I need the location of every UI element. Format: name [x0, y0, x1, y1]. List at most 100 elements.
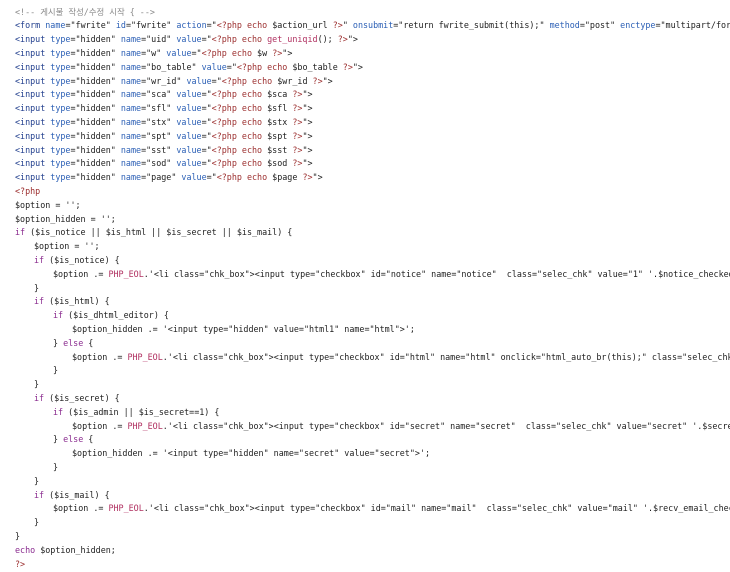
code-token: method [549, 20, 580, 31]
code-token: <input [15, 61, 51, 72]
code-token: <input [15, 34, 51, 45]
code-token: type [50, 89, 71, 100]
code-line: } [34, 475, 39, 489]
code-token: ="post" [579, 20, 621, 31]
code-token: <?php echo [211, 34, 263, 45]
code-line: <input type="hidden" name="sfl" value="<… [15, 102, 313, 116]
code-token: } [53, 461, 59, 472]
code-token: =" [206, 172, 217, 183]
code-token: name [120, 130, 142, 141]
code-token: { [83, 434, 94, 445]
code-token: <?php echo [236, 61, 288, 72]
code-token: if [15, 227, 26, 238]
code-token: PHP_EOL [108, 268, 144, 279]
code-token: "> [302, 130, 313, 141]
code-token: } [34, 282, 40, 293]
code-token: type [50, 47, 71, 58]
code-token: "> [302, 158, 313, 169]
code-token: value [176, 116, 202, 127]
code-token: } [53, 365, 59, 376]
code-token: <input [15, 130, 51, 141]
code-line: $option = ''; [15, 199, 81, 213]
code-token: type [50, 34, 71, 45]
code-token: $stx [262, 116, 293, 127]
code-token: name [120, 34, 142, 45]
code-token: =" [201, 34, 212, 45]
code-token: name [120, 116, 142, 127]
code-token: ="hidden" [70, 158, 121, 169]
code-token: if [34, 392, 45, 403]
code-token: onsubmit [352, 20, 394, 31]
code-token: <?php echo [211, 103, 263, 114]
code-token: $option = ''; [34, 241, 100, 252]
code-token: PHP_EOL [127, 351, 163, 362]
code-token: enctype [620, 20, 656, 31]
code-token: $sfl [262, 103, 293, 114]
code-token: $sst [262, 144, 293, 155]
code-token: ($is_notice) { [44, 254, 120, 265]
code-line: } [34, 282, 39, 296]
code-token: } [15, 530, 21, 541]
code-token: ="hidden" [70, 172, 121, 183]
code-line: } [15, 530, 20, 544]
code-line: $option .= PHP_EOL.'<li class="chk_box">… [72, 420, 730, 434]
code-token: .'<li class="chk_box"><input type="check… [162, 420, 730, 431]
code-token: PHP_EOL [108, 503, 144, 514]
code-token: <input [15, 47, 51, 58]
code-token: =" [201, 89, 212, 100]
code-token: ="hidden" [70, 89, 121, 100]
code-token: $option_hidden = ''; [15, 213, 116, 224]
code-token: get_uniqid [267, 34, 318, 45]
code-token: ="stx" [141, 116, 177, 127]
code-token: ="bo_table" [141, 61, 202, 72]
code-line: if ($is_secret) { [34, 392, 120, 406]
code-token: "> [302, 103, 313, 114]
code-line: } else { [53, 433, 93, 447]
code-token: $wr_id [272, 75, 313, 86]
code-line: } [34, 516, 39, 530]
code-token: ="hidden" [70, 116, 121, 127]
code-token: ($is_html) { [44, 296, 110, 307]
code-line: if ($is_html) { [34, 295, 110, 309]
code-line: if ($is_dhtml_editor) { [53, 309, 169, 323]
code-token: =" [211, 75, 222, 86]
code-token: $spt [262, 130, 293, 141]
code-token: <?php echo [216, 20, 268, 31]
code-token: ="wr_id" [141, 75, 187, 86]
code-token: id [115, 20, 126, 31]
code-token: type [50, 130, 71, 141]
code-token: <?php echo [221, 75, 273, 86]
code-token: ="sfl" [141, 103, 177, 114]
code-line: <input type="hidden" name="sst" value="<… [15, 144, 313, 158]
code-token: <?php echo [211, 116, 263, 127]
code-line: $option_hidden .= '<input type="hidden" … [72, 323, 415, 337]
code-token: "> [347, 34, 358, 45]
code-token: =" [226, 61, 237, 72]
code-token: if [34, 296, 45, 307]
code-line: if ($is_admin || $is_secret==1) { [53, 406, 219, 420]
code-token: <input [15, 158, 51, 169]
code-token: name [120, 144, 142, 155]
code-token: <?php echo [211, 158, 263, 169]
code-line: $option .= PHP_EOL.'<li class="chk_box">… [53, 502, 730, 516]
code-token: $bo_table [287, 61, 343, 72]
code-line: if ($is_notice || $is_html || $is_secret… [15, 226, 292, 240]
code-token: "> [282, 47, 293, 58]
code-token: ="w" [141, 47, 167, 58]
code-token: value [176, 103, 202, 114]
code-token: name [120, 103, 142, 114]
code-token: =" [206, 20, 217, 31]
code-line: } else { [53, 337, 93, 351]
code-token: $option .= [53, 268, 109, 279]
code-token: ="page" [141, 172, 182, 183]
code-token: name [120, 47, 142, 58]
code-token: } [53, 434, 64, 445]
code-token: ?> [15, 558, 26, 569]
code-token: value [186, 75, 212, 86]
code-token: value [181, 172, 207, 183]
code-token: =" [201, 116, 212, 127]
code-line: $option = ''; [34, 240, 100, 254]
code-token: $option .= [72, 420, 128, 431]
code-token: <input [15, 103, 51, 114]
code-line: $option_hidden .= '<input type="hidden" … [72, 447, 430, 461]
